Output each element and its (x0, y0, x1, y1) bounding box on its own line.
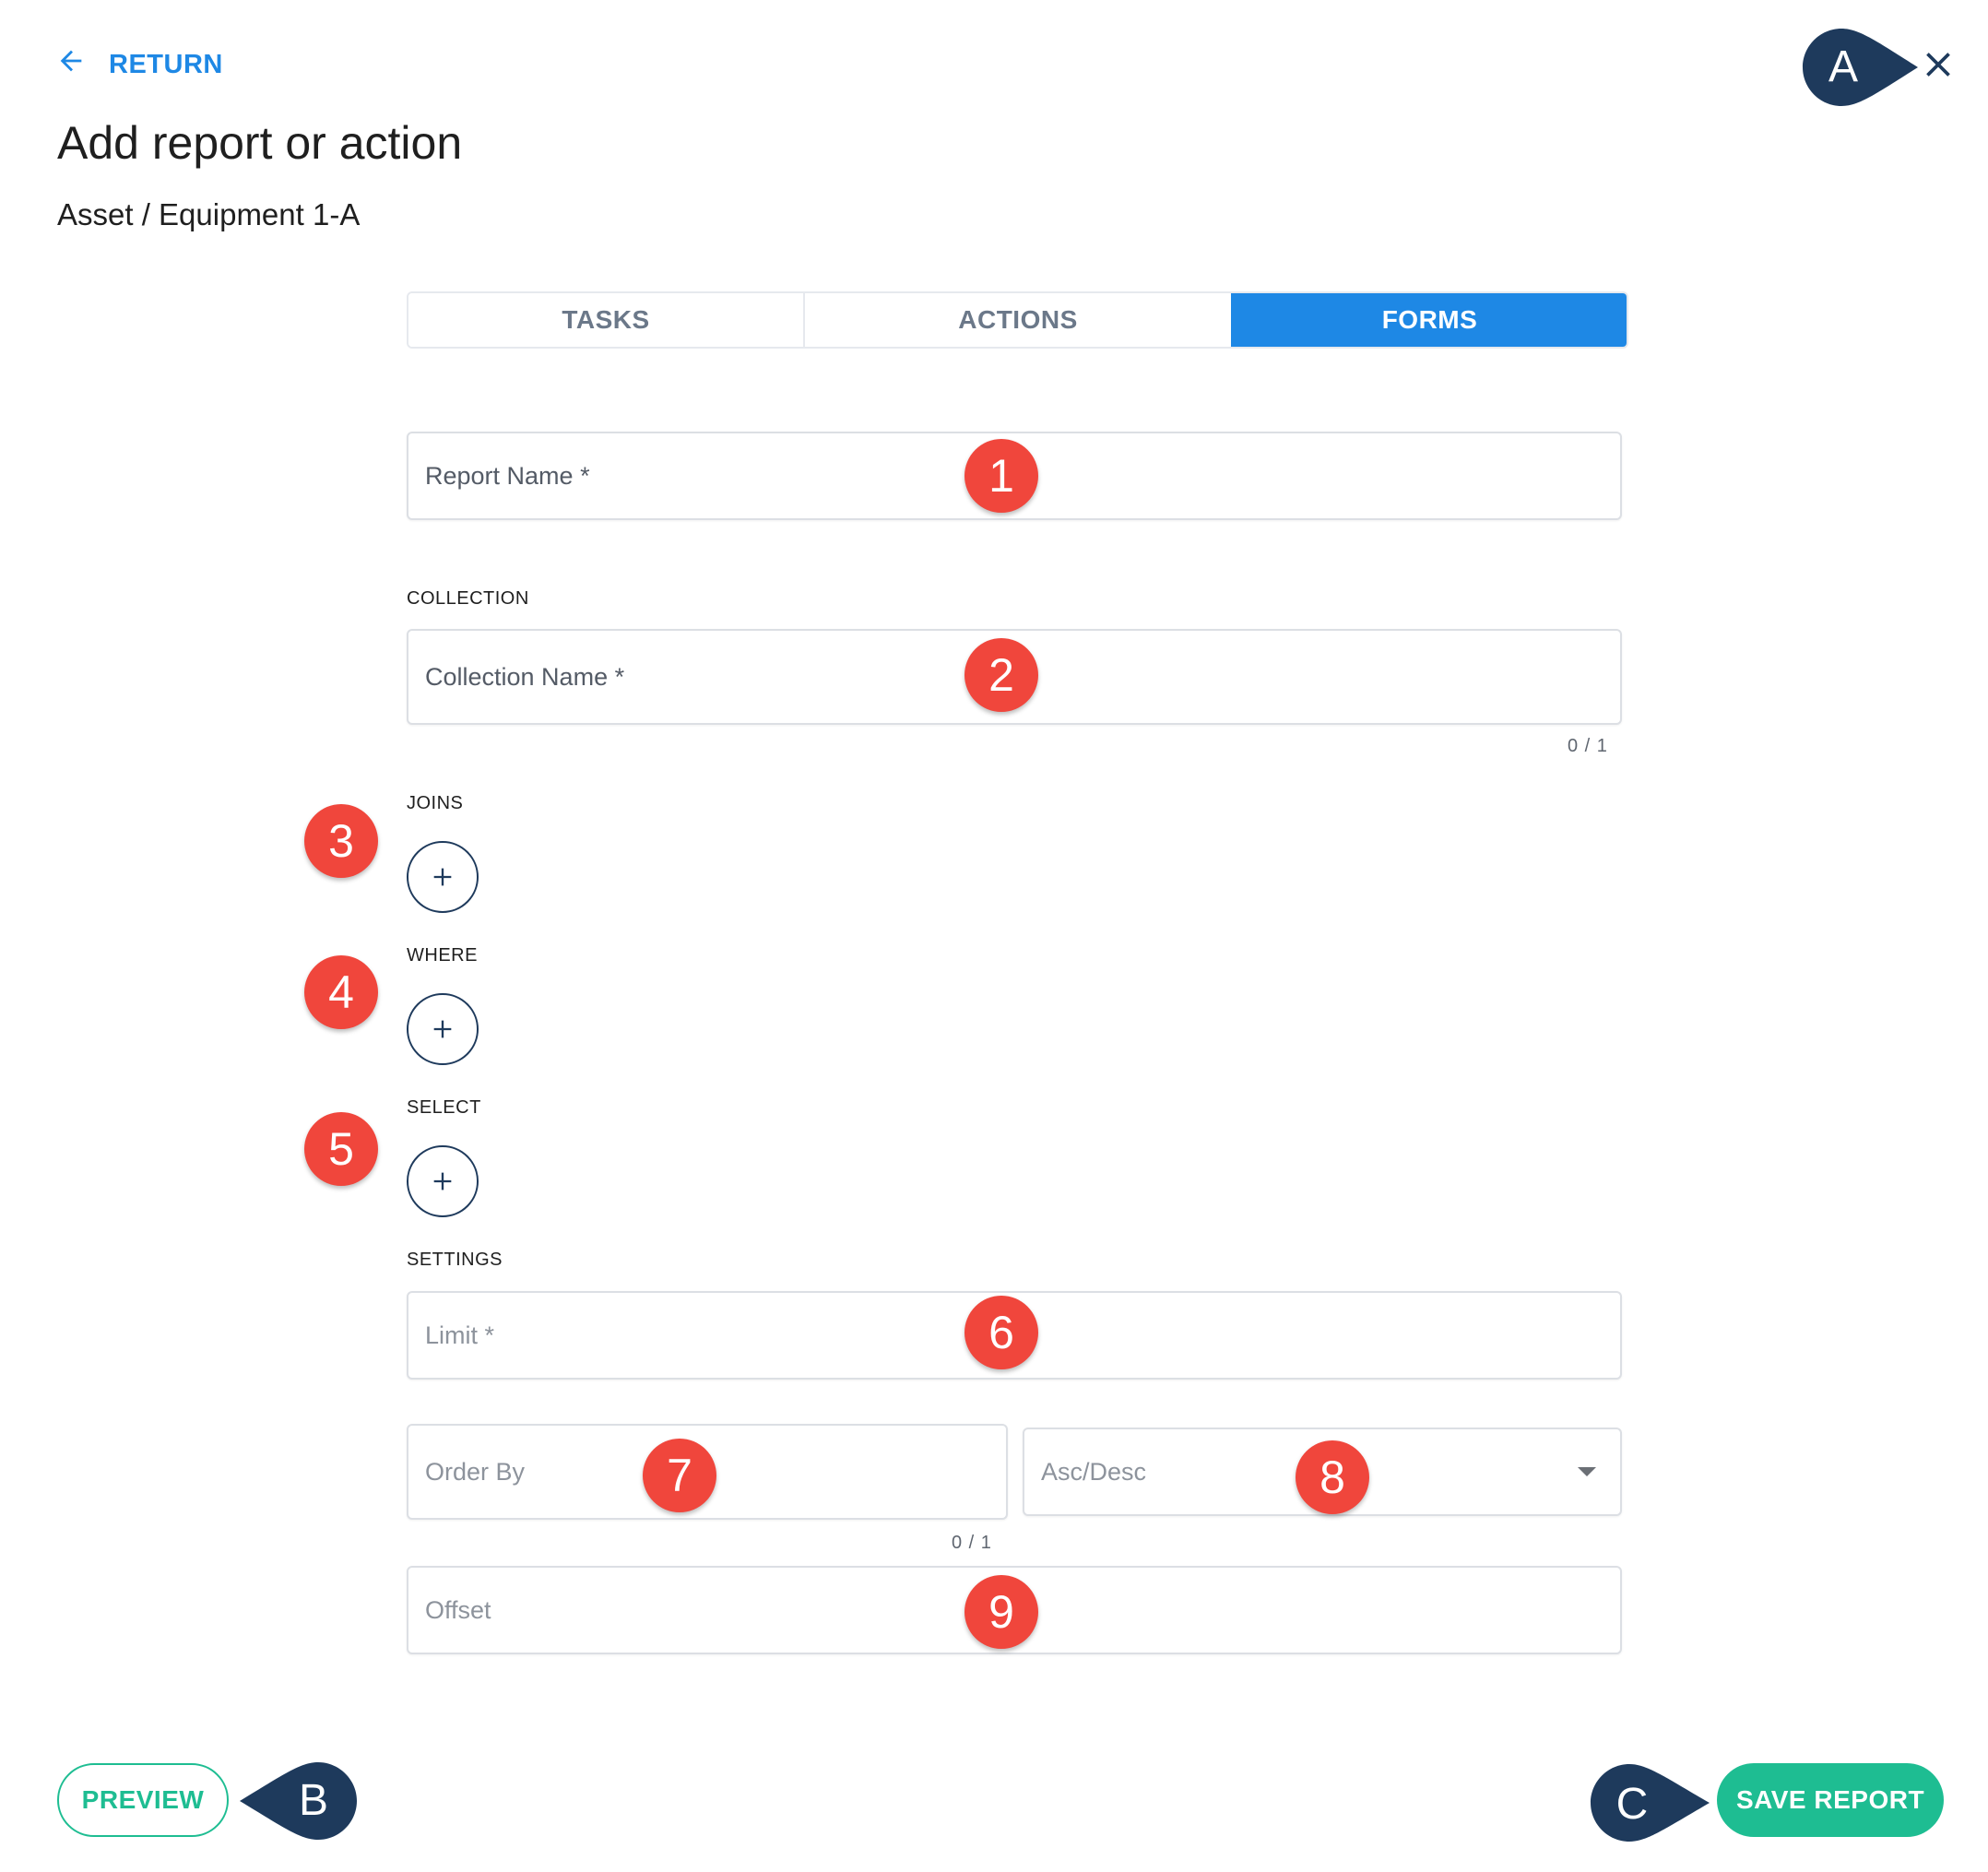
save-report-button[interactable]: SAVE REPORT (1717, 1763, 1944, 1837)
annotation-marker-1: 1 (964, 439, 1038, 513)
close-icon[interactable] (1918, 44, 1958, 85)
preview-button[interactable]: PREVIEW (57, 1763, 229, 1837)
tab-tasks[interactable]: TASKS (408, 293, 803, 347)
annotation-marker-9: 9 (964, 1575, 1038, 1649)
annotation-marker-8: 8 (1296, 1440, 1369, 1514)
order-by-counter: 0 / 1 (952, 1533, 992, 1553)
annotation-marker-b: B (238, 1761, 358, 1840)
tab-actions[interactable]: ACTIONS (803, 293, 1231, 347)
annotation-a-label: A (1828, 42, 1858, 91)
annotation-marker-6: 6 (964, 1296, 1038, 1369)
add-where-button[interactable] (407, 993, 479, 1065)
joins-label: JOINS (407, 793, 464, 813)
annotation-marker-7: 7 (643, 1439, 716, 1512)
annotation-marker-2: 2 (964, 638, 1038, 712)
annotation-b-label: B (299, 1776, 328, 1825)
plus-icon (433, 868, 452, 886)
return-label: RETURN (109, 49, 223, 79)
add-join-button[interactable] (407, 841, 479, 913)
return-link[interactable]: RETURN (55, 44, 223, 85)
page-title: Add report or action (57, 117, 463, 169)
annotation-marker-5: 5 (304, 1112, 378, 1186)
tab-forms[interactable]: FORMS (1231, 293, 1627, 347)
annotation-marker-c: C (1590, 1763, 1711, 1842)
where-label: WHERE (407, 945, 478, 966)
arrow-left-icon (55, 45, 87, 84)
plus-icon (433, 1172, 452, 1191)
tab-bar: TASKS ACTIONS FORMS (407, 291, 1628, 349)
collection-label: COLLECTION (407, 588, 529, 609)
collection-counter: 0 / 1 (1568, 736, 1608, 756)
annotation-marker-a: A (1802, 28, 1920, 106)
breadcrumb: Asset / Equipment 1-A (57, 197, 361, 231)
annotation-marker-4: 4 (304, 955, 378, 1029)
plus-icon (433, 1020, 452, 1038)
annotation-marker-3: 3 (304, 804, 378, 878)
annotation-c-label: C (1616, 1780, 1649, 1829)
settings-label: SETTINGS (407, 1250, 503, 1270)
select-label: SELECT (407, 1097, 481, 1118)
add-select-button[interactable] (407, 1145, 479, 1217)
caret-down-icon (1578, 1467, 1596, 1476)
asc-desc-value: Asc/Desc (1041, 1457, 1147, 1486)
